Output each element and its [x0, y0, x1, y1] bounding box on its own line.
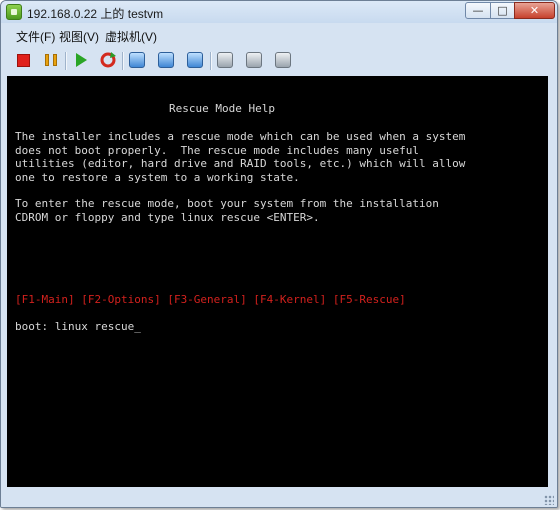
revert-snapshot-icon	[158, 52, 174, 68]
network-icon	[275, 52, 291, 68]
boot-prompt[interactable]: boot: linux rescue_	[15, 320, 141, 334]
reset-icon	[100, 52, 116, 68]
stop-icon	[16, 53, 30, 67]
take-snapshot-button[interactable]	[127, 50, 147, 70]
menu-bar: 文件(F) 视图(V) 虚拟机(V)	[1, 25, 557, 45]
cd-dvd-button[interactable]	[215, 50, 235, 70]
maximize-button[interactable]: □	[490, 2, 515, 19]
power-on-button[interactable]	[71, 50, 91, 70]
console-paragraph: To enter the rescue mode, boot your syst…	[15, 197, 439, 224]
revert-snapshot-button[interactable]	[156, 50, 176, 70]
power-off-button[interactable]	[13, 50, 33, 70]
pause-icon	[45, 54, 57, 66]
window-title: 192.168.0.22 上的 testvm	[27, 7, 164, 21]
toolbar	[1, 46, 557, 74]
cd-icon	[217, 52, 233, 68]
play-icon	[75, 53, 87, 67]
close-button[interactable]: ✕	[514, 2, 555, 19]
menu-vm[interactable]: 虚拟机(V)	[105, 28, 157, 45]
vm-app-icon	[6, 4, 22, 20]
toolbar-divider	[65, 52, 67, 70]
floppy-button[interactable]	[244, 50, 264, 70]
function-key-help: [F1-Main] [F2-Options] [F3-General] [F4-…	[15, 293, 406, 306]
manage-snapshots-button[interactable]	[185, 50, 205, 70]
resize-grip[interactable]	[544, 495, 554, 505]
snapshot-icon	[129, 52, 145, 68]
menu-view[interactable]: 视图(V)	[59, 28, 99, 45]
suspend-button[interactable]	[41, 50, 61, 70]
minimize-button[interactable]: —	[465, 2, 491, 19]
console-heading: Rescue Mode Help	[169, 102, 275, 115]
floppy-icon	[246, 52, 262, 68]
vm-console-screen[interactable]: Rescue Mode Help The installer includes …	[7, 76, 548, 487]
status-bar	[1, 489, 557, 507]
vm-console-window: 192.168.0.22 上的 testvm — □ ✕ 文件(F) 视图(V)…	[0, 0, 558, 508]
console-paragraph: The installer includes a rescue mode whi…	[15, 130, 466, 184]
toolbar-divider	[122, 52, 124, 70]
reset-button[interactable]	[98, 50, 118, 70]
network-button[interactable]	[273, 50, 293, 70]
menu-file[interactable]: 文件(F)	[16, 28, 55, 45]
toolbar-divider	[210, 52, 212, 70]
title-bar[interactable]: 192.168.0.22 上的 testvm — □ ✕	[1, 1, 557, 23]
manage-snapshot-icon	[187, 52, 203, 68]
